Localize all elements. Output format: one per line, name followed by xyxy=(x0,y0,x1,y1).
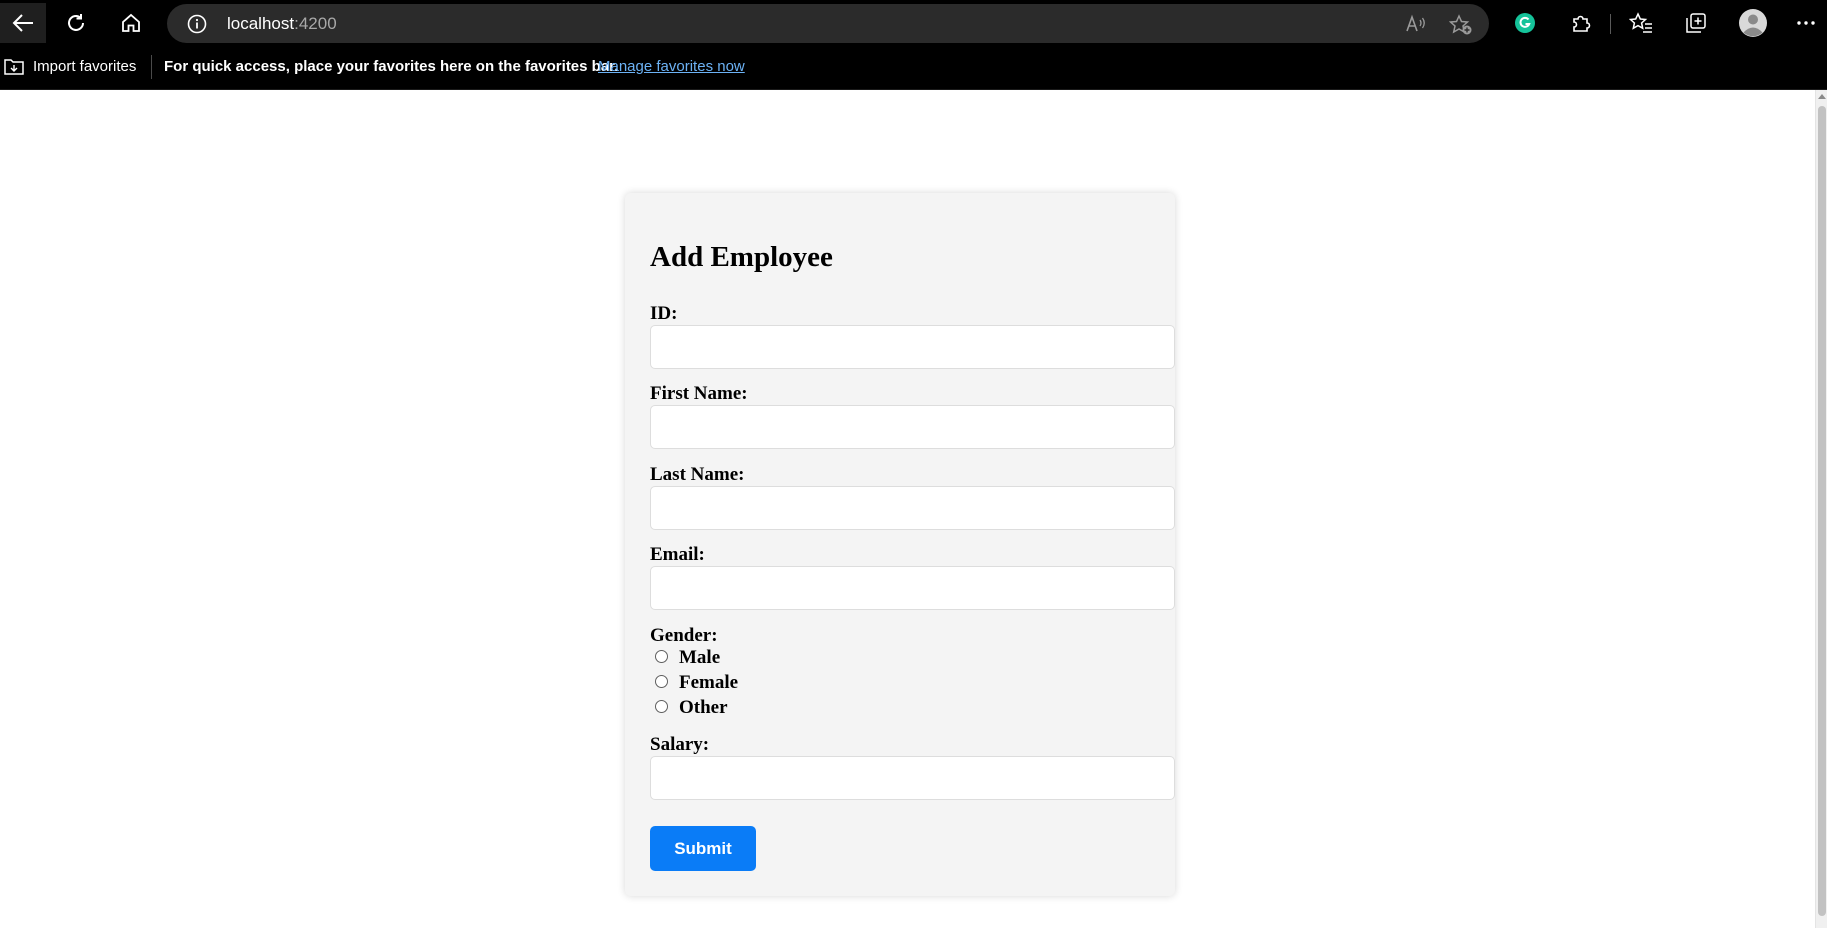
url-host: localhost xyxy=(227,14,295,33)
form-title: Add Employee xyxy=(650,241,833,273)
favorites-icon xyxy=(1629,12,1652,33)
first-name-input[interactable] xyxy=(650,405,1175,449)
back-arrow-icon xyxy=(12,14,33,32)
profile-icon xyxy=(1739,9,1767,37)
gender-option-male[interactable]: Male xyxy=(655,646,720,670)
manage-favorites-link[interactable]: Manage favorites now xyxy=(598,58,745,75)
gender-label: Gender: xyxy=(650,625,718,646)
submit-button[interactable]: Submit xyxy=(650,826,756,871)
radio-label-other[interactable]: Other xyxy=(679,697,728,719)
gender-option-female[interactable]: Female xyxy=(655,671,738,695)
radio-label-female[interactable]: Female xyxy=(679,672,738,694)
read-aloud-icon[interactable] xyxy=(1405,14,1427,34)
scroll-up-arrow-icon[interactable] xyxy=(1818,94,1826,99)
more-button[interactable] xyxy=(1786,3,1826,43)
first-name-label: First Name: xyxy=(650,383,748,404)
salary-label: Salary: xyxy=(650,734,710,755)
radio-button[interactable] xyxy=(655,674,668,688)
refresh-button[interactable] xyxy=(53,3,99,43)
scrollbar-thumb[interactable] xyxy=(1818,106,1826,916)
toolbar-separator xyxy=(1610,14,1611,34)
url-port: :4200 xyxy=(294,14,337,33)
favorites-bar: Import favorites For quick access, place… xyxy=(0,47,1827,90)
grammarly-icon xyxy=(1515,13,1535,33)
radio-button[interactable] xyxy=(655,649,668,663)
profile-button[interactable] xyxy=(1730,3,1776,43)
refresh-icon xyxy=(68,14,84,31)
extensions-button[interactable] xyxy=(1558,3,1604,43)
favorites-separator xyxy=(151,55,152,79)
last-name-input[interactable] xyxy=(650,486,1175,530)
grammarly-button[interactable] xyxy=(1502,3,1548,43)
browser-toolbar: localhost:4200 xyxy=(0,0,1827,47)
radio-label-male[interactable]: Male xyxy=(679,647,720,669)
page-scrollbar[interactable] xyxy=(1815,90,1827,928)
address-bar[interactable]: localhost:4200 xyxy=(167,4,1489,43)
salary-input[interactable] xyxy=(650,756,1175,800)
collections-icon xyxy=(1686,13,1706,33)
import-favorites-link[interactable]: Import favorites xyxy=(33,58,136,75)
back-button[interactable] xyxy=(0,3,46,43)
gender-option-other[interactable]: Other xyxy=(655,696,728,720)
home-icon xyxy=(122,13,140,32)
id-input[interactable] xyxy=(650,325,1175,369)
home-button[interactable] xyxy=(108,3,154,43)
import-favorites-icon[interactable] xyxy=(3,56,25,78)
collections-button[interactable] xyxy=(1673,3,1719,43)
email-label: Email: xyxy=(650,544,705,565)
id-label: ID: xyxy=(650,303,678,324)
last-name-label: Last Name: xyxy=(650,464,745,485)
radio-button[interactable] xyxy=(655,699,668,713)
email-input[interactable] xyxy=(650,566,1175,610)
info-icon[interactable] xyxy=(187,14,207,34)
favorites-bar-message: For quick access, place your favorites h… xyxy=(164,58,619,75)
extensions-icon xyxy=(1573,15,1591,32)
add-favorite-icon[interactable] xyxy=(1449,14,1473,36)
add-employee-form: Add Employee ID: First Name: Last Name: … xyxy=(625,193,1175,896)
more-icon xyxy=(1797,21,1815,25)
favorites-button[interactable] xyxy=(1618,3,1664,43)
url-text[interactable]: localhost:4200 xyxy=(227,14,337,34)
